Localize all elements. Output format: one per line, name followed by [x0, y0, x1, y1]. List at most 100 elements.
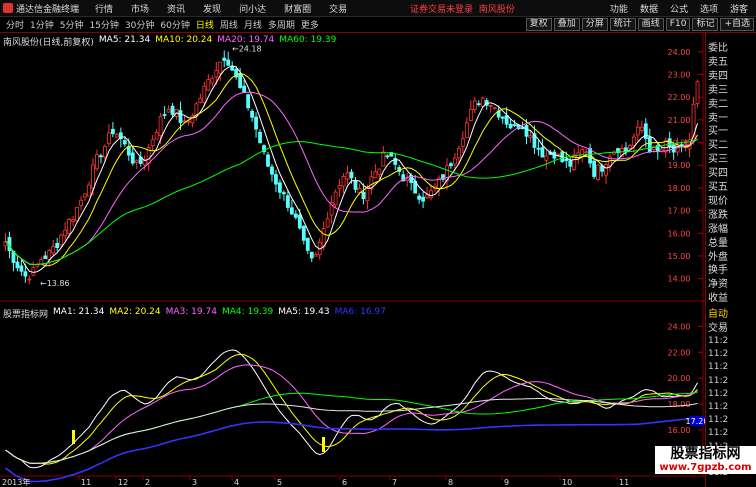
candle-body — [456, 147, 461, 159]
candle-body — [274, 174, 278, 185]
candle-body — [210, 77, 215, 84]
candle-body — [592, 160, 597, 177]
date-month-label: 11 — [619, 478, 629, 487]
candle-body — [110, 128, 115, 135]
candle-body — [15, 261, 20, 269]
candle-body — [51, 246, 56, 254]
candle-body — [365, 186, 370, 202]
candle-body — [540, 147, 545, 158]
candle-body — [480, 97, 485, 107]
candle-body — [254, 116, 258, 130]
candle-body — [202, 85, 207, 103]
candle-body — [460, 138, 465, 147]
indicator-ma1-line — [5, 349, 698, 469]
candle-body — [628, 145, 632, 149]
date-month-label: 4 — [234, 478, 239, 487]
side-label: 卖三 — [708, 84, 728, 96]
candle-body — [301, 225, 306, 241]
candle-body — [544, 155, 549, 161]
candle-body — [75, 206, 79, 222]
candle-body — [385, 155, 390, 158]
candle-body — [464, 122, 469, 138]
candle-body — [313, 254, 318, 257]
side-trade-label: 交易 — [708, 323, 728, 334]
candle-body — [166, 108, 171, 113]
candle-body — [293, 213, 298, 218]
side-label: 涨幅 — [708, 223, 728, 235]
candle-body — [122, 140, 127, 145]
candle-body — [337, 184, 342, 190]
candle-body — [285, 195, 290, 208]
candle-body — [417, 195, 422, 200]
candle-body — [150, 139, 155, 146]
candle-body — [556, 153, 561, 156]
price-tick-label: 21.00 — [668, 116, 691, 125]
indicator-tick-label: 24.00 — [668, 322, 691, 331]
candle-body — [134, 160, 139, 163]
candle-body — [206, 79, 211, 91]
side-label: 买一 — [708, 126, 728, 138]
indicator-tick-label: 18.00 — [668, 400, 691, 409]
candle-body — [258, 131, 262, 144]
candle-body — [226, 59, 231, 66]
low-price-label: ←13.86 — [40, 279, 70, 288]
candle-body — [373, 171, 378, 179]
date-month-label: 9 — [504, 478, 509, 487]
candle-body — [504, 115, 509, 125]
candle-body — [453, 157, 457, 165]
date-month-label: 10 — [562, 478, 572, 487]
side-label: 买五 — [708, 182, 728, 193]
candle-body — [270, 166, 274, 175]
tick-time: 11:2 — [708, 428, 729, 439]
tick-time: 11:2 — [708, 362, 729, 373]
candle-body — [246, 94, 251, 109]
candle-body — [170, 105, 175, 115]
price-tick-label: 18.00 — [668, 184, 691, 193]
date-month-label: 7 — [392, 478, 397, 487]
price-tick-label: 22.00 — [668, 93, 691, 102]
tick-time: 11:2 — [708, 349, 729, 360]
side-label: 卖五 — [708, 56, 728, 68]
candle-body — [107, 132, 111, 144]
date-month-label: 3 — [192, 478, 197, 487]
tool-button[interactable]: +自选 — [720, 18, 754, 31]
price-tick-label: 16.00 — [668, 229, 691, 238]
candle-body — [321, 228, 326, 247]
candle-body — [425, 194, 429, 198]
candle-body — [297, 214, 302, 229]
side-label: 换手 — [708, 265, 728, 277]
candle-body — [95, 154, 99, 170]
candle-body — [528, 135, 533, 138]
tick-time: 11:2 — [708, 388, 729, 399]
candle-body — [472, 100, 477, 110]
candle-body — [19, 265, 24, 272]
side-label: 买二 — [708, 140, 728, 152]
side-label: 净资 — [708, 279, 728, 291]
menu-item-guest[interactable]: 游客 — [724, 2, 754, 15]
side-label: 收益 — [708, 293, 728, 305]
candle-body — [198, 97, 203, 103]
indicator-ma2-line — [5, 353, 698, 465]
candle-body — [47, 250, 52, 260]
date-month-label: 12 — [118, 478, 128, 487]
candle-body — [242, 85, 247, 94]
candle-body — [158, 116, 163, 136]
candle-body — [405, 178, 410, 181]
candle-body — [71, 219, 76, 222]
date-month-label: 11 — [81, 478, 91, 487]
candle-body — [63, 229, 68, 237]
candle-body — [178, 110, 183, 123]
side-auto-label[interactable]: 自动 — [708, 305, 728, 320]
price-tick-label: 17.00 — [668, 207, 691, 216]
indicator-tick-label: 20.00 — [668, 374, 691, 383]
side-label: 买三 — [708, 154, 728, 166]
candle-body — [353, 180, 358, 190]
candle-body — [468, 108, 473, 121]
candle-body — [281, 192, 286, 195]
kline-chart[interactable]: 14.00 15.00 16.00 17.00 18.00 19.00 20.00 21.00… — [0, 0, 705, 487]
candle-body — [230, 66, 235, 71]
tick-time: 11:2 — [708, 415, 729, 426]
tick-time: 11:2 — [708, 336, 729, 346]
side-label: 买四 — [708, 168, 728, 180]
indicator-tick-label: 22.00 — [668, 348, 691, 357]
